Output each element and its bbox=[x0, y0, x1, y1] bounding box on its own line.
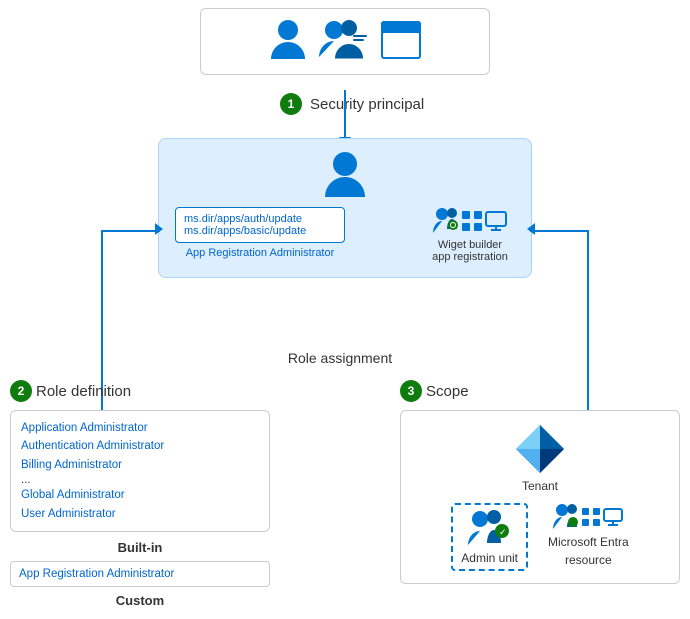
admin-unit-item: ✓ Admin unit bbox=[451, 503, 528, 571]
builtin-label: Built-in bbox=[10, 540, 270, 555]
role-dots: ... bbox=[21, 474, 259, 486]
svg-text:✓: ✓ bbox=[499, 527, 507, 537]
perm-line-2: ms.dir/apps/basic/update bbox=[184, 225, 336, 237]
widget-label-line2: app registration bbox=[432, 251, 508, 263]
step2-text: Role definition bbox=[36, 383, 131, 400]
custom-role-box: App Registration Administrator bbox=[10, 561, 270, 587]
perms-column: ms.dir/apps/auth/update ms.dir/apps/basi… bbox=[175, 207, 345, 259]
role-assignment-box: ms.dir/apps/auth/update ms.dir/apps/basi… bbox=[158, 138, 532, 278]
step2-label-row: 2 Role definition bbox=[10, 380, 270, 402]
ms-entra-label-line1: Microsoft Entra bbox=[548, 535, 629, 549]
tenant-label: Tenant bbox=[522, 479, 558, 493]
tenant-item: Tenant bbox=[514, 423, 566, 493]
permissions-box: ms.dir/apps/auth/update ms.dir/apps/basi… bbox=[175, 207, 345, 243]
left-arrow bbox=[155, 223, 163, 235]
widget-column: Wiget builder app registration bbox=[425, 207, 515, 263]
tenant-icon bbox=[514, 423, 566, 475]
step1-text: Security principal bbox=[310, 96, 424, 113]
right-arrow bbox=[527, 223, 535, 235]
perm-line-1: ms.dir/apps/auth/update bbox=[184, 213, 336, 225]
step3-circle: 3 bbox=[400, 380, 422, 402]
ms-entra-item: Microsoft Entra resource bbox=[548, 503, 629, 567]
custom-label: Custom bbox=[10, 593, 270, 608]
scope-inner-box: Tenant ✓ Admin unit bbox=[400, 410, 680, 584]
role-global-admin: Global Administrator bbox=[21, 486, 259, 504]
role-user-admin: User Administrator bbox=[21, 505, 259, 523]
step1-circle: 1 bbox=[280, 93, 302, 115]
arrow-down-connector bbox=[344, 90, 346, 138]
group-icon bbox=[319, 19, 369, 64]
left-h-top-connector bbox=[101, 230, 160, 232]
right-h-top-connector bbox=[530, 230, 589, 232]
custom-role-text: App Registration Administrator bbox=[19, 568, 174, 580]
widget-label-line1: Wiget builder bbox=[438, 239, 502, 251]
role-auth-admin: Authentication Administrator bbox=[21, 437, 259, 455]
scope-resources-row: ✓ Admin unit bbox=[451, 503, 628, 571]
ms-entra-label-line2: resource bbox=[565, 553, 612, 567]
role-definition-section: 2 Role definition Application Administra… bbox=[10, 380, 270, 614]
role-assignment-title: Role assignment bbox=[230, 350, 450, 366]
builtin-roles-box: Application Administrator Authentication… bbox=[10, 410, 270, 532]
widget-icons bbox=[433, 207, 507, 235]
step1-label: 1 Security principal bbox=[280, 93, 424, 115]
role-app-admin: Application Administrator bbox=[21, 419, 259, 437]
role-billing-admin: Billing Administrator bbox=[21, 456, 259, 474]
admin-unit-label: Admin unit bbox=[461, 551, 518, 565]
person-icon bbox=[269, 19, 307, 64]
admin-label: App Registration Administrator bbox=[175, 247, 345, 259]
step2-circle: 2 bbox=[10, 380, 32, 402]
ra-content-row: ms.dir/apps/auth/update ms.dir/apps/basi… bbox=[175, 207, 515, 263]
security-principal-box bbox=[200, 8, 490, 75]
scope-section: 3 Scope Tenant bbox=[400, 380, 680, 584]
step3-label-row: 3 Scope bbox=[400, 380, 680, 402]
app-icon bbox=[381, 21, 421, 62]
ra-person bbox=[175, 151, 515, 199]
step3-text: Scope bbox=[426, 383, 469, 400]
